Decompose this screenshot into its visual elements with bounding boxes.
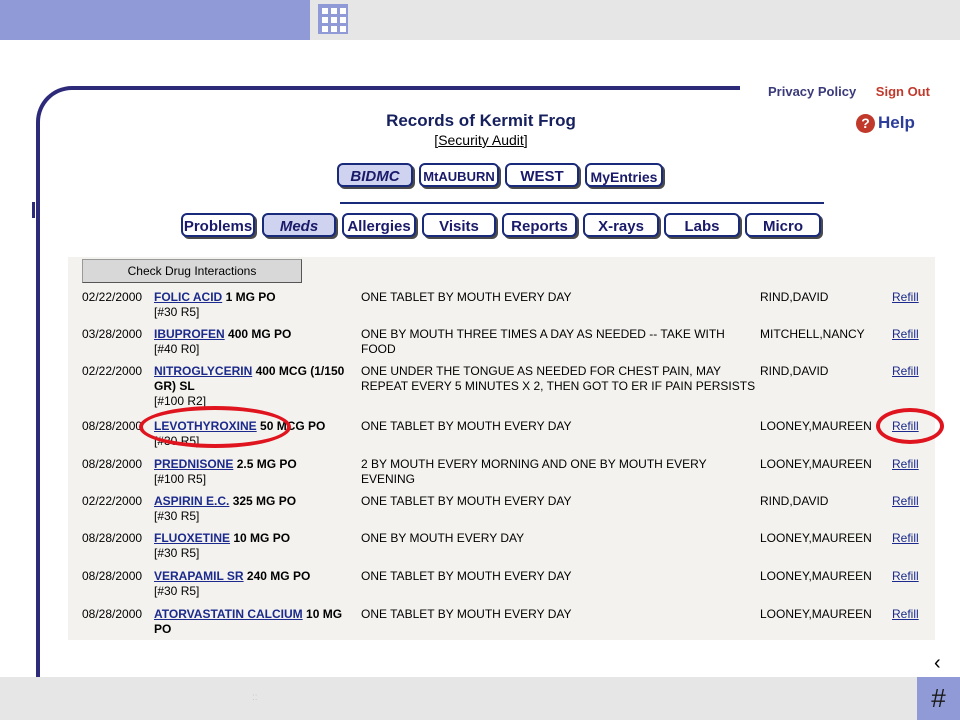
med-dose: 2.5 MG PO <box>236 457 297 471</box>
med-provider: RIND,DAVID <box>760 364 829 378</box>
med-sig: 2 BY MOUTH EVERY MORNING AND ONE BY MOUT… <box>361 457 707 486</box>
med-date: 08/28/2000 <box>82 457 143 471</box>
med-qty: [#30 R5] <box>154 546 200 560</box>
med-name-link[interactable]: IBUPROFEN <box>154 327 225 341</box>
refill-link[interactable]: Refill <box>892 457 932 472</box>
page-title: Records of Kermit Frog <box>386 111 576 130</box>
refill-link[interactable]: Refill <box>892 327 932 342</box>
tab-labs[interactable]: Labs <box>664 213 740 237</box>
med-provider: LOONEY,MAUREEN <box>760 419 872 433</box>
refill-link[interactable]: Refill <box>892 569 932 584</box>
med-date: 03/28/2000 <box>82 327 143 341</box>
med-name-link[interactable]: ATORVASTATIN CALCIUM <box>154 607 303 621</box>
med-date: 08/28/2000 <box>82 569 143 583</box>
tab-micro[interactable]: Micro <box>745 213 821 237</box>
med-provider: RIND,DAVID <box>760 494 829 508</box>
security-audit: [Security Audit] <box>434 132 528 148</box>
med-drug: VERAPAMIL SR 240 MG PO [#30 R5] <box>154 569 358 599</box>
med-sig: ONE BY MOUTH THREE TIMES A DAY AS NEEDED… <box>361 327 725 356</box>
med-drug: FOLIC ACID 1 MG PO [#30 R5] <box>154 290 358 320</box>
footer-dots: :: <box>252 692 258 703</box>
med-provider: MITCHELL,NANCY <box>760 327 865 341</box>
med-date: 08/28/2000 <box>82 531 143 545</box>
security-audit-link[interactable]: Security Audit <box>438 132 524 148</box>
tab-separator <box>340 202 824 204</box>
med-qty: [#30 R5] <box>154 509 200 523</box>
med-drug: FLUOXETINE 10 MG PO [#30 R5] <box>154 531 358 561</box>
med-name-link[interactable]: NITROGLYCERIN <box>154 364 252 378</box>
site-tab-myentries[interactable]: MyEntries <box>585 163 663 187</box>
med-dose: 240 MG PO <box>246 569 311 583</box>
top-links: Privacy Policy Sign Out <box>768 84 930 99</box>
med-dose: 400 MG PO <box>228 327 292 341</box>
grid-icon <box>318 4 348 34</box>
help-link[interactable]: ? Help <box>856 113 915 133</box>
med-qty: [#30 R5] <box>154 305 200 319</box>
med-sig: ONE TABLET BY MOUTH EVERY DAY <box>361 607 572 621</box>
slide-bottom-band <box>0 677 960 720</box>
refill-link[interactable]: Refill <box>892 290 932 305</box>
help-label: Help <box>878 113 915 132</box>
med-drug: IBUPROFEN 400 MG PO [#40 R0] <box>154 327 358 357</box>
med-qty: [#40 R0] <box>154 342 200 356</box>
med-provider: LOONEY,MAUREEN <box>760 457 872 471</box>
med-sig: ONE UNDER THE TONGUE AS NEEDED FOR CHEST… <box>361 364 756 393</box>
med-sig: ONE TABLET BY MOUTH EVERY DAY <box>361 290 572 304</box>
med-provider: LOONEY,MAUREEN <box>760 531 872 545</box>
med-qty: [#30 R5] <box>154 584 200 598</box>
med-dose: 325 MG PO <box>232 494 297 508</box>
refill-link[interactable]: Refill <box>892 494 932 509</box>
med-name-link[interactable]: FOLIC ACID <box>154 290 222 304</box>
check-drug-interactions-button[interactable]: Check Drug Interactions <box>82 259 302 283</box>
highlight-ellipse-drug <box>139 406 291 448</box>
med-date: 02/22/2000 <box>82 290 143 304</box>
med-drug: ATORVASTATIN CALCIUM 10 MG PO <box>154 607 358 637</box>
med-name-link[interactable]: ASPIRIN E.C. <box>154 494 229 508</box>
site-tab-mtauburn[interactable]: MtAUBURN <box>419 163 499 187</box>
med-date: 08/28/2000 <box>82 607 143 621</box>
tab-visits[interactable]: Visits <box>422 213 496 237</box>
site-tab-west[interactable]: WEST <box>505 163 579 187</box>
tab-problems[interactable]: Problems <box>181 213 255 237</box>
med-dose: 1 MG PO <box>225 290 276 304</box>
tab-reports[interactable]: Reports <box>502 213 577 237</box>
frame-marker <box>32 202 35 218</box>
prev-slide-arrow[interactable]: ‹ <box>934 652 941 675</box>
med-provider: RIND,DAVID <box>760 290 829 304</box>
med-sig: ONE TABLET BY MOUTH EVERY DAY <box>361 419 572 433</box>
refill-link[interactable]: Refill <box>892 364 932 379</box>
med-name-link[interactable]: VERAPAMIL SR <box>154 569 244 583</box>
med-date: 02/22/2000 <box>82 494 143 508</box>
med-drug: NITROGLYCERIN 400 MCG (1/150 GR) SL [#100… <box>154 364 358 409</box>
help-icon: ? <box>856 113 875 133</box>
med-provider: LOONEY,MAUREEN <box>760 569 872 583</box>
med-provider: LOONEY,MAUREEN <box>760 607 872 621</box>
privacy-policy-link[interactable]: Privacy Policy <box>768 84 856 99</box>
refill-link[interactable]: Refill <box>892 607 932 622</box>
med-date: 02/22/2000 <box>82 364 143 378</box>
med-sig: ONE BY MOUTH EVERY DAY <box>361 531 525 545</box>
site-tab-bidmc[interactable]: BIDMC <box>337 163 413 187</box>
highlight-ellipse-refill <box>876 408 944 444</box>
med-sig: ONE TABLET BY MOUTH EVERY DAY <box>361 569 572 583</box>
tab-meds[interactable]: Meds <box>262 213 336 237</box>
med-dose: 10 MG PO <box>233 531 291 545</box>
sign-out-link[interactable]: Sign Out <box>876 84 930 99</box>
med-name-link[interactable]: PREDNISONE <box>154 457 233 471</box>
med-drug: ASPIRIN E.C. 325 MG PO [#30 R5] <box>154 494 358 524</box>
tab-allergies[interactable]: Allergies <box>342 213 416 237</box>
med-sig: ONE TABLET BY MOUTH EVERY DAY <box>361 494 572 508</box>
refill-link[interactable]: Refill <box>892 531 932 546</box>
slide-number: # <box>917 677 960 720</box>
slide-top-accent <box>0 0 310 40</box>
med-qty: [#100 R5] <box>154 472 207 486</box>
meds-panel: Check Drug Interactions 02/22/2000 FOLIC… <box>68 257 935 640</box>
med-drug: PREDNISONE 2.5 MG PO [#100 R5] <box>154 457 358 487</box>
med-name-link[interactable]: FLUOXETINE <box>154 531 230 545</box>
tab-xrays[interactable]: X-rays <box>583 213 659 237</box>
